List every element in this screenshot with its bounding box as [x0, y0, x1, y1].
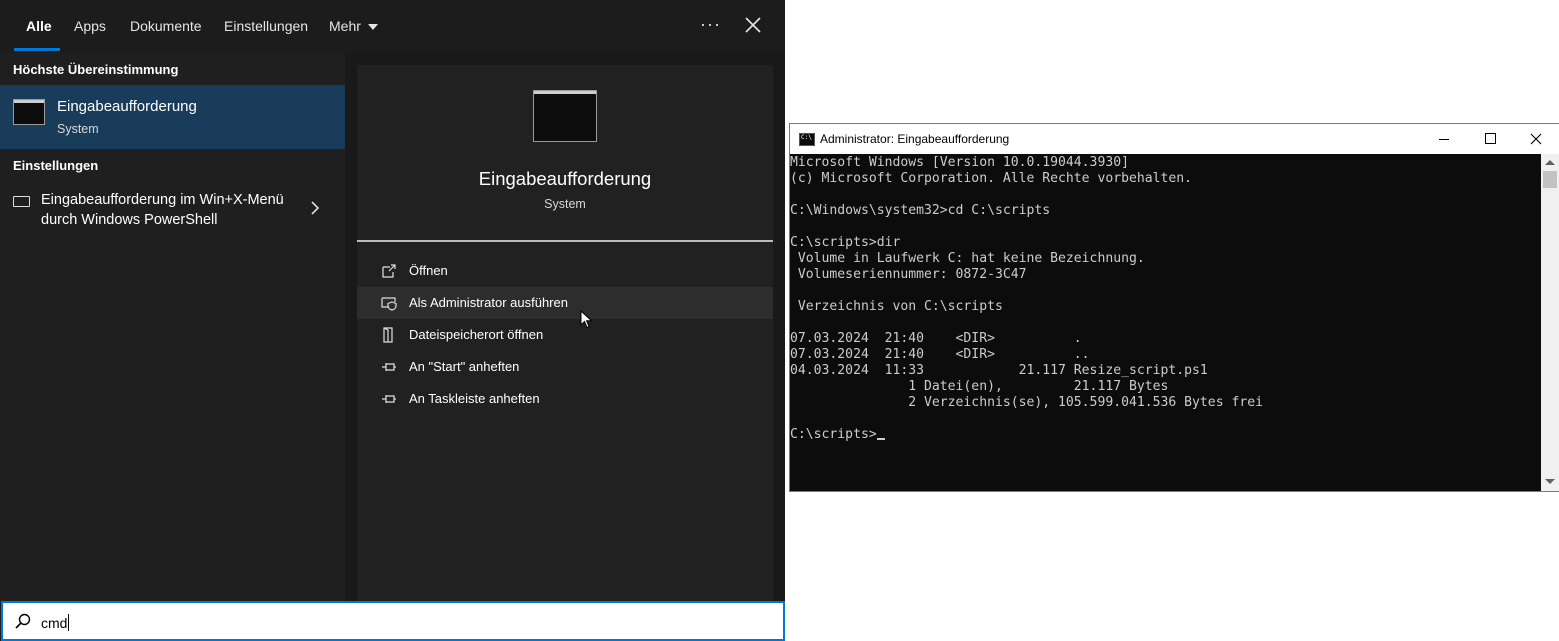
settings-result-item[interactable]: Eingabeaufforderung im Win+X-Menü durch … — [0, 186, 345, 234]
minimize-icon — [1439, 139, 1449, 140]
console-line: 1 Datei(en), 21.117 Bytes — [790, 379, 1169, 394]
open-icon — [382, 264, 396, 278]
more-options-button[interactable]: ··· — [700, 14, 721, 35]
settings-result-label: Eingabeaufforderung im Win+X-Menü durch … — [41, 192, 284, 228]
console-line: Verzeichnis von C:\scripts — [790, 299, 1003, 314]
close-window-button[interactable] — [1513, 124, 1559, 154]
tab-all[interactable]: Alle — [26, 0, 52, 52]
console-line: 04.03.2024 11:33 21.117 Resize_script.ps… — [790, 363, 1208, 378]
console-window: C:\ Administrator: Eingabeaufforderung M… — [789, 123, 1559, 492]
pin-start-icon — [382, 363, 396, 371]
best-match-subtitle: System — [57, 122, 99, 136]
tab-settings[interactable]: Einstellungen — [224, 0, 308, 52]
console-line: (c) Microsoft Corporation. Alle Rechte v… — [790, 171, 1193, 186]
action-open-file-location-label: Dateispeicherort öffnen — [409, 327, 544, 342]
action-run-as-admin-label: Als Administrator ausführen — [409, 295, 568, 310]
search-input[interactable]: cmd — [41, 614, 70, 631]
windows-search-panel: Alle Apps Dokumente Einstellungen Mehr ·… — [0, 0, 785, 641]
tab-more[interactable]: Mehr — [329, 0, 378, 52]
console-cursor — [876, 438, 885, 440]
close-button[interactable] — [740, 12, 766, 38]
maximize-button[interactable] — [1467, 124, 1513, 154]
file-location-icon — [383, 327, 393, 343]
tab-apps[interactable]: Apps — [74, 0, 106, 52]
run-as-admin-icon — [381, 297, 397, 311]
console-app-icon: C:\ — [799, 133, 815, 146]
settings-heading: Einstellungen — [13, 158, 99, 173]
maximize-icon — [1485, 133, 1496, 144]
mouse-cursor-icon — [580, 310, 593, 329]
best-match-heading: Höchste Übereinstimmung — [13, 62, 179, 77]
console-titlebar[interactable]: C:\ Administrator: Eingabeaufforderung — [790, 124, 1559, 154]
results-list: Höchste Übereinstimmung Eingabeaufforder… — [0, 52, 345, 601]
action-run-as-admin[interactable]: Als Administrator ausführen — [357, 287, 773, 319]
console-line: C:\Windows\system32>cd C:\scripts — [790, 203, 1051, 218]
console-line: 2 Verzeichnis(se), 105.599.041.536 Bytes… — [790, 395, 1263, 410]
console-window-title: Administrator: Eingabeaufforderung — [820, 132, 1010, 146]
console-line: Microsoft Windows [Version 10.0.19044.39… — [790, 155, 1129, 170]
search-icon — [15, 613, 31, 629]
preview-title: Eingabeaufforderung — [478, 168, 652, 189]
console-output-text: Microsoft Windows [Version 10.0.19044.39… — [790, 155, 1263, 443]
best-match-result[interactable]: Eingabeaufforderung System — [0, 85, 345, 149]
active-tab-indicator — [14, 48, 60, 51]
action-pin-taskbar[interactable]: An Taskleiste anheften — [357, 383, 773, 415]
chevron-right-icon[interactable] — [310, 200, 320, 216]
preview-card: Eingabeaufforderung System Öffnen Als Ad… — [357, 65, 773, 601]
action-pin-start-label: An "Start" anheften — [409, 359, 520, 374]
preview-subtitle: System — [544, 197, 586, 211]
console-line: 07.03.2024 21:40 <DIR> .. — [790, 347, 1090, 362]
console-line: C:\scripts>dir — [790, 235, 901, 250]
best-match-title: Eingabeaufforderung — [57, 98, 197, 115]
close-icon — [1530, 133, 1542, 145]
scroll-down-arrow-icon[interactable] — [1545, 479, 1555, 484]
command-prompt-large-icon — [533, 90, 597, 142]
console-output-area[interactable]: Microsoft Windows [Version 10.0.19044.39… — [790, 154, 1541, 491]
console-line: Volumeseriennummer: 0872-3C47 — [790, 267, 1027, 282]
preview-divider — [357, 240, 773, 242]
close-icon — [745, 17, 761, 33]
command-prompt-icon — [13, 99, 45, 125]
action-pin-start[interactable]: An "Start" anheften — [357, 351, 773, 383]
minimize-button[interactable] — [1421, 124, 1467, 154]
console-line: Volume in Laufwerk C: hat keine Bezeichn… — [790, 251, 1145, 266]
vertical-scrollbar[interactable] — [1541, 154, 1559, 491]
action-open-label: Öffnen — [409, 263, 448, 278]
search-box[interactable]: cmd — [1, 601, 785, 641]
action-pin-taskbar-label: An Taskleiste anheften — [409, 391, 540, 406]
display-settings-icon — [13, 196, 30, 207]
scrollbar-thumb[interactable] — [1543, 171, 1557, 188]
tab-more-label: Mehr — [329, 18, 361, 34]
pin-taskbar-icon — [382, 395, 396, 403]
tab-documents[interactable]: Dokumente — [130, 0, 202, 52]
preview-pane: Eingabeaufforderung System Öffnen Als Ad… — [345, 52, 785, 601]
console-line: 07.03.2024 21:40 <DIR> . — [790, 331, 1082, 346]
text-caret — [68, 614, 70, 631]
console-line: C:\scripts> — [790, 427, 877, 442]
search-input-value: cmd — [41, 615, 68, 631]
scroll-up-arrow-icon[interactable] — [1545, 160, 1555, 165]
action-open[interactable]: Öffnen — [357, 255, 773, 287]
chevron-down-icon — [367, 24, 378, 30]
search-tabs-bar: Alle Apps Dokumente Einstellungen Mehr ·… — [0, 0, 785, 52]
action-open-file-location[interactable]: Dateispeicherort öffnen — [357, 319, 773, 351]
